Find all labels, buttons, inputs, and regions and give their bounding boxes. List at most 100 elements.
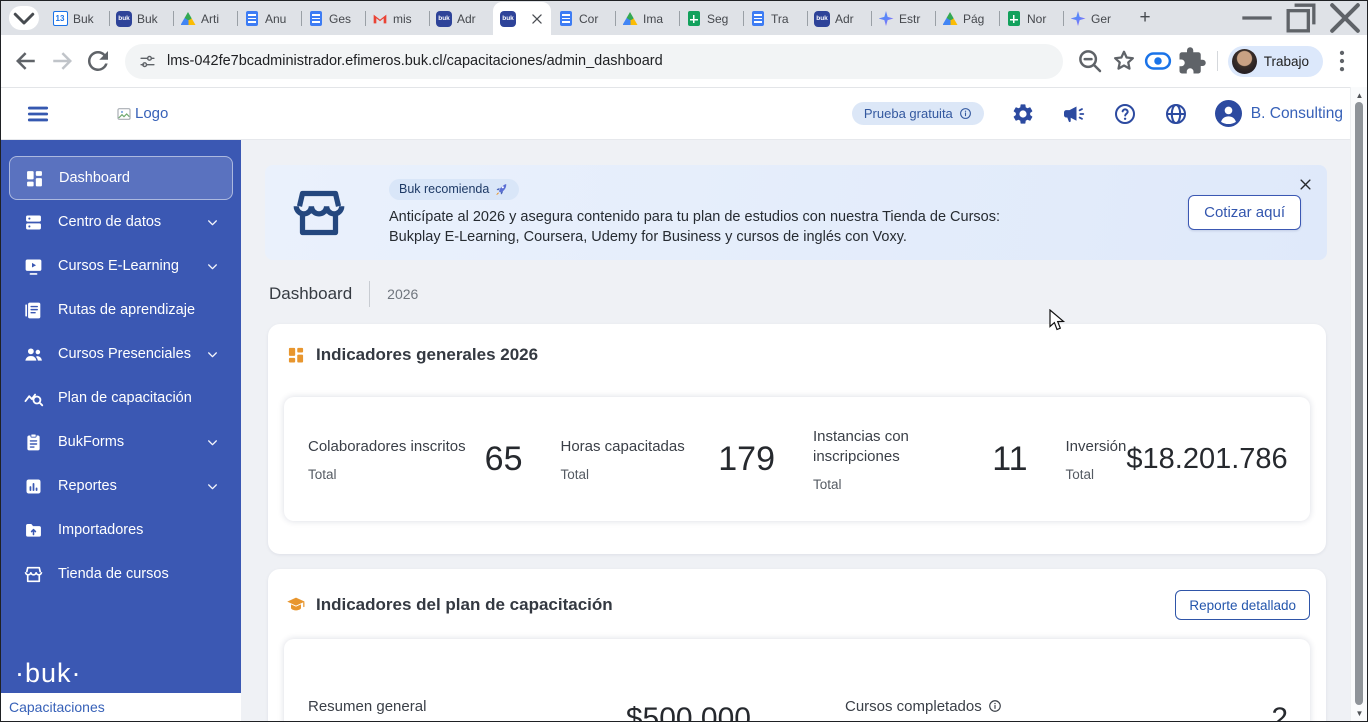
detailed-report-button[interactable]: Reporte detallado (1175, 590, 1310, 620)
tab[interactable]: Cor (551, 2, 615, 35)
sidebar-item-label: Plan de capacitación (58, 390, 192, 406)
docs-favicon (750, 11, 766, 27)
importers-icon (23, 520, 44, 541)
chevron-down-icon (206, 480, 219, 493)
tab[interactable]: mis (365, 2, 429, 35)
trial-badge[interactable]: Prueba gratuita (852, 102, 984, 125)
sidebar-item-rutas-de-aprendizaje[interactable]: Rutas de aprendizaje (9, 288, 233, 332)
extensions-button[interactable] (1177, 46, 1207, 76)
indicator-text: Horas capacitadas Total (561, 437, 685, 482)
buk-favicon: buk (116, 11, 132, 27)
tab[interactable]: Ger (1063, 2, 1127, 35)
tab-close-icon[interactable] (530, 12, 544, 26)
reload-button[interactable] (83, 46, 113, 76)
tab[interactable]: Tra (743, 2, 807, 35)
tab[interactable]: bukAdr (807, 2, 871, 35)
forward-icon (47, 46, 77, 76)
three-dots-icon (1327, 46, 1357, 76)
chevron-down-icon (9, 3, 39, 33)
close-icon (1323, 0, 1367, 40)
sidebar-item-cursos-e-learning[interactable]: Cursos E-Learning (9, 244, 233, 288)
plan-icon (23, 388, 44, 409)
tab[interactable]: Ima (615, 2, 679, 35)
restore-button[interactable] (1279, 1, 1323, 35)
quote-button[interactable]: Cotizar aquí (1188, 195, 1301, 230)
sidebar-item-bukforms[interactable]: BukForms (9, 420, 233, 464)
sidebar-item-cursos-presenciales[interactable]: Cursos Presenciales (9, 332, 233, 376)
indicator: Horas capacitadas Total 179 (545, 437, 798, 482)
settings-button[interactable] (1011, 102, 1035, 126)
announcements-button[interactable] (1062, 102, 1086, 126)
help-button[interactable] (1113, 102, 1137, 126)
banner-badge: Buk recomienda (389, 179, 519, 200)
info-icon (959, 107, 972, 120)
sidebar-item-tienda-de-cursos[interactable]: Tienda de cursos (9, 552, 233, 596)
routes-icon (23, 300, 44, 321)
account-menu[interactable]: B. Consulting (1215, 100, 1343, 127)
new-tab-button[interactable]: + (1131, 4, 1159, 32)
scroll-down-arrow[interactable]: ▼ (1351, 706, 1368, 720)
minimize-button[interactable] (1235, 1, 1279, 35)
close-window-button[interactable] (1323, 1, 1367, 35)
app-logo[interactable]: Logo (115, 105, 168, 122)
plan-card-title: Indicadores del plan de capacitación (316, 595, 613, 615)
sidebar-item-importadores[interactable]: Importadores (9, 508, 233, 552)
zoom-button[interactable] (1075, 46, 1105, 76)
indicator-value: 179 (718, 440, 775, 479)
toolbar-right: Trabajo (1075, 46, 1357, 77)
forward-button[interactable] (47, 46, 77, 76)
media-control-button[interactable] (1143, 46, 1173, 76)
tab[interactable]: Ges (301, 2, 365, 35)
tab-active[interactable]: buk (493, 2, 551, 35)
back-button[interactable] (11, 46, 41, 76)
gmail-favicon (372, 11, 388, 27)
tab[interactable]: 13Buk (45, 2, 109, 35)
browser-toolbar: lms-042fe7bcadministrador.efimeros.buk.c… (1, 35, 1367, 88)
banner-close-button[interactable] (1298, 177, 1313, 192)
scrollbar-thumb[interactable] (1355, 102, 1363, 705)
trial-badge-label: Prueba gratuita (864, 106, 953, 121)
tab[interactable]: Arti (173, 2, 237, 35)
tab-label: Estr (899, 12, 928, 26)
tab[interactable]: Seg (679, 2, 743, 35)
indicator-sublabel: Total (308, 467, 466, 482)
indicator-label: Colaboradores inscritos (308, 437, 466, 457)
tab[interactable]: bukAdr (429, 2, 493, 35)
breadcrumb-filter: 2026 (387, 286, 418, 302)
browser-menu-button[interactable] (1327, 46, 1357, 76)
address-bar[interactable]: lms-042fe7bcadministrador.efimeros.buk.c… (125, 44, 1063, 79)
tab[interactable]: Anu (237, 2, 301, 35)
sidebar-item-centro-de-datos[interactable]: Centro de datos (9, 200, 233, 244)
tab-search-button[interactable] (9, 6, 39, 30)
indicator-label: Horas capacitadas (561, 437, 685, 457)
bookmark-button[interactable] (1109, 46, 1139, 76)
tab[interactable]: Estr (871, 2, 935, 35)
sidebar-item-label: Tienda de cursos (58, 566, 169, 582)
buk-favicon: buk (500, 11, 516, 27)
tab-label: Cor (579, 12, 608, 26)
profile-chip[interactable]: Trabajo (1228, 46, 1323, 77)
tab[interactable]: Nor (999, 2, 1063, 35)
language-button[interactable] (1164, 102, 1188, 126)
buk-favicon: buk (436, 11, 452, 27)
sidebar-item-plan-de-capacitaci-n[interactable]: Plan de capacitación (9, 376, 233, 420)
sidebar-item-reportes[interactable]: Reportes (9, 464, 233, 508)
tab-label: mis (393, 12, 422, 26)
page-scrollbar[interactable]: ▲ ▼ (1350, 87, 1367, 721)
forms-icon (23, 432, 44, 453)
indicator: Cursos completados Todos los cursos 2 (829, 697, 1302, 722)
general-indicators-row: Colaboradores inscritos Total 65 Horas c… (284, 397, 1310, 521)
sidebar-item-dashboard[interactable]: Dashboard (9, 156, 233, 200)
media-icon (1143, 46, 1173, 76)
info-icon[interactable] (988, 699, 1002, 713)
dashboard-icon (24, 168, 45, 189)
banner-line-1: Anticípate al 2026 y asegura contenido p… (389, 207, 1000, 227)
site-settings-icon[interactable] (139, 53, 156, 70)
sidebar-toggle-button[interactable] (25, 101, 51, 127)
general-indicators-card: Indicadores generales 2026 Colaboradores… (268, 324, 1326, 554)
tab[interactable]: Pág (935, 2, 999, 35)
sidebar-item-label: Importadores (58, 522, 143, 538)
scroll-up-arrow[interactable]: ▲ (1351, 88, 1368, 102)
sidebar-item-label: Reportes (58, 478, 117, 494)
tab[interactable]: bukBuk (109, 2, 173, 35)
